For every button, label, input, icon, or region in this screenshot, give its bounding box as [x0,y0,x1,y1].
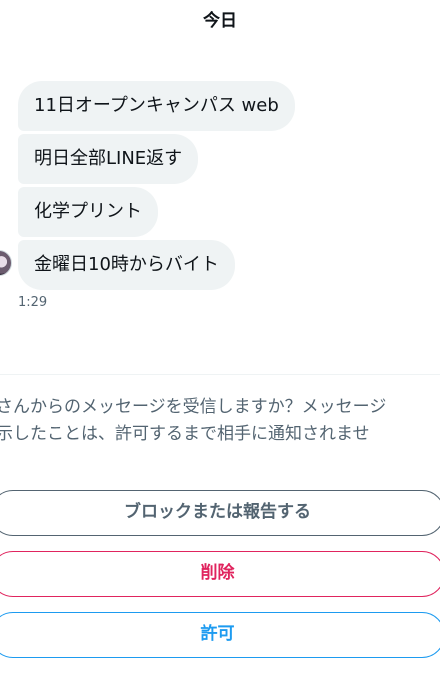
divider [0,374,440,375]
message-timestamp: 1:29 [18,295,48,310]
message-bubble[interactable]: 11日オープンキャンパス web [18,81,295,131]
message-bubble[interactable]: 金曜日10時からバイト [18,240,235,290]
message-request-text-line-1: さんからのメッセージを受信しますか？メッセージ [0,397,387,417]
block-or-report-button[interactable]: ブロックまたは報告する [0,490,440,536]
date-header: 今日 [203,11,237,31]
allow-button[interactable]: 許可 [0,612,440,658]
message-request-text-line-2: 示したことは、許可するまで相手に通知されませ [0,424,370,444]
sender-avatar[interactable] [0,250,12,276]
message-bubble[interactable]: 化学プリント [18,187,158,237]
delete-button[interactable]: 削除 [0,551,440,597]
message-bubble[interactable]: 明日全部LINE返す [18,134,199,184]
